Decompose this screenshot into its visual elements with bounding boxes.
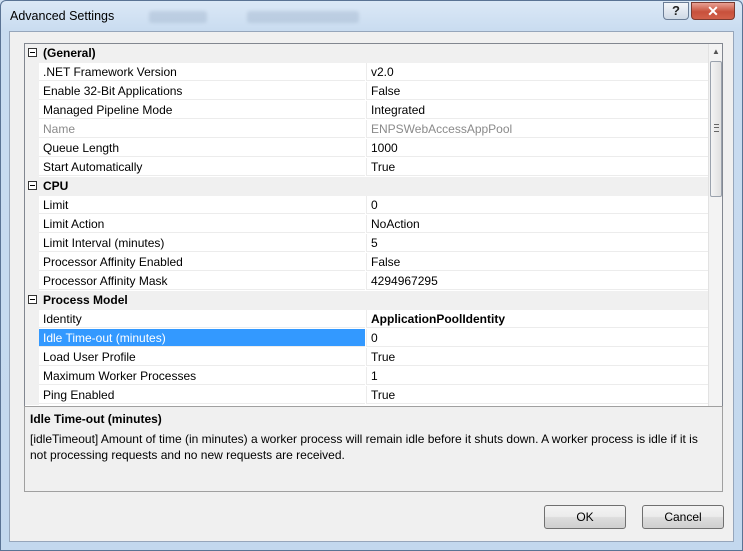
property-row[interactable]: Processor Affinity Enabled False (25, 253, 708, 272)
property-value[interactable]: ApplicationPoolIdentity (366, 310, 708, 328)
property-value[interactable]: 1 (366, 367, 708, 385)
row-gutter (25, 215, 39, 234)
description-text: [idleTimeout] Amount of time (in minutes… (30, 432, 698, 462)
property-value[interactable]: 5 (366, 234, 708, 252)
row-gutter (25, 120, 39, 139)
row-gutter (25, 272, 39, 291)
window-title: Advanced Settings (10, 9, 115, 23)
property-value[interactable]: True (366, 158, 708, 176)
property-name[interactable]: Managed Pipeline Mode (39, 101, 365, 119)
property-value[interactable]: 0 (366, 329, 708, 347)
property-name[interactable]: Limit Interval (minutes) (39, 234, 365, 252)
row-gutter (25, 310, 39, 329)
property-name[interactable]: Limit Action (39, 215, 365, 233)
property-name[interactable]: Limit (39, 196, 365, 214)
help-icon: ? (672, 3, 680, 18)
advanced-settings-dialog: Advanced Settings ? ✕ (General) .NET Fram… (0, 0, 743, 551)
row-gutter (25, 139, 39, 158)
property-row[interactable]: Limit Action NoAction (25, 215, 708, 234)
property-value[interactable]: True (366, 348, 708, 366)
scrollbar-thumb[interactable] (710, 61, 722, 197)
row-gutter (25, 82, 39, 101)
property-row[interactable]: Start Automatically True (25, 158, 708, 177)
background-window-ghost (247, 11, 359, 23)
row-gutter (25, 158, 39, 177)
description-panel: Idle Time-out (minutes) [idleTimeout] Am… (24, 406, 723, 492)
property-row[interactable]: Identity ApplicationPoolIdentity (25, 310, 708, 329)
help-button[interactable]: ? (663, 2, 689, 20)
description-title: Idle Time-out (minutes) (30, 412, 162, 426)
property-name[interactable]: Processor Affinity Mask (39, 272, 365, 290)
property-name[interactable]: Load User Profile (39, 348, 365, 366)
property-row[interactable]: Maximum Worker Processes 1 (25, 367, 708, 386)
property-row[interactable]: Processor Affinity Mask 4294967295 (25, 272, 708, 291)
cancel-button[interactable]: Cancel (642, 505, 724, 529)
property-grid: (General) .NET Framework Version v2.0 Enabl… (24, 43, 723, 437)
property-value[interactable]: NoAction (366, 215, 708, 233)
row-gutter (25, 348, 39, 367)
property-name[interactable]: Start Automatically (39, 158, 365, 176)
vertical-scrollbar[interactable]: ▲ ▼ (708, 44, 722, 436)
property-row[interactable]: Enable 32-Bit Applications False (25, 82, 708, 101)
property-row[interactable]: Limit Interval (minutes) 5 (25, 234, 708, 253)
row-gutter (25, 386, 39, 405)
scroll-up-arrow-icon[interactable]: ▲ (709, 44, 722, 60)
property-value[interactable]: Integrated (366, 101, 708, 119)
dialog-client-area: (General) .NET Framework Version v2.0 Enabl… (9, 31, 734, 542)
property-name[interactable]: Processor Affinity Enabled (39, 253, 365, 271)
category-label: Process Model (43, 293, 128, 307)
property-value[interactable]: False (366, 82, 708, 100)
row-gutter (25, 101, 39, 120)
grip-icon (714, 124, 719, 132)
category-label: (General) (43, 46, 96, 60)
row-gutter (25, 367, 39, 386)
category-header[interactable]: CPU (25, 177, 708, 196)
property-value[interactable]: 4294967295 (366, 272, 708, 290)
title-bar[interactable]: Advanced Settings ? ✕ (1, 1, 742, 31)
property-row[interactable]: .NET Framework Version v2.0 (25, 63, 708, 82)
property-value[interactable]: 0 (366, 196, 708, 214)
category-header[interactable]: (General) (25, 44, 708, 63)
property-name[interactable]: Maximum Worker Processes (39, 367, 365, 385)
row-gutter (25, 196, 39, 215)
property-value[interactable]: 1000 (366, 139, 708, 157)
collapse-icon[interactable] (28, 48, 37, 57)
property-value[interactable]: False (366, 253, 708, 271)
ok-button[interactable]: OK (544, 505, 626, 529)
close-button[interactable]: ✕ (691, 2, 735, 20)
row-gutter (25, 234, 39, 253)
property-name[interactable]: Identity (39, 310, 365, 328)
property-row[interactable]: Limit 0 (25, 196, 708, 215)
property-row[interactable]: Name ENPSWebAccessAppPool (25, 120, 708, 139)
property-name[interactable]: Enable 32-Bit Applications (39, 82, 365, 100)
row-gutter (25, 329, 39, 348)
property-name[interactable]: Queue Length (39, 139, 365, 157)
row-gutter (25, 63, 39, 82)
background-window-ghost (149, 11, 207, 23)
property-row[interactable]: Load User Profile True (25, 348, 708, 367)
property-name[interactable]: Name (39, 120, 365, 138)
property-value[interactable]: ENPSWebAccessAppPool (366, 120, 708, 138)
row-gutter (25, 253, 39, 272)
property-row[interactable]: Queue Length 1000 (25, 139, 708, 158)
property-name[interactable]: .NET Framework Version (39, 63, 365, 81)
property-value[interactable]: v2.0 (366, 63, 708, 81)
property-name[interactable]: Ping Enabled (39, 386, 365, 404)
property-row[interactable]: Ping Enabled True (25, 386, 708, 405)
collapse-icon[interactable] (28, 295, 37, 304)
property-grid-rows: (General) .NET Framework Version v2.0 Enabl… (25, 44, 708, 405)
property-row[interactable]: Idle Time-out (minutes) 0 (25, 329, 708, 348)
category-header[interactable]: Process Model (25, 291, 708, 310)
collapse-icon[interactable] (28, 181, 37, 190)
close-icon: ✕ (707, 3, 719, 19)
category-label: CPU (43, 179, 69, 193)
property-row[interactable]: Managed Pipeline Mode Integrated (25, 101, 708, 120)
property-name[interactable]: Idle Time-out (minutes) (39, 329, 365, 347)
property-value[interactable]: True (366, 386, 708, 404)
